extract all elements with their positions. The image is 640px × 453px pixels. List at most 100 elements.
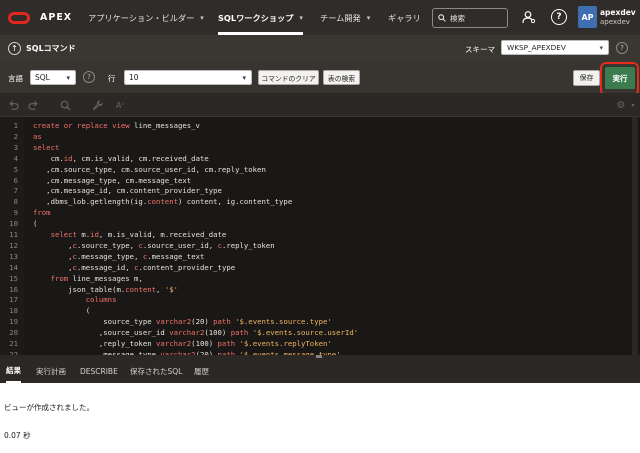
code-line: 13 ,c.message_type, c.message_text — [0, 251, 640, 262]
code-line: 12 ,c.source_type, c.source_user_id, c.r… — [0, 240, 640, 251]
rows-label: 行 — [108, 74, 116, 83]
code-line: 21 ,reply_token varchar2(100) path '$.ev… — [0, 338, 640, 349]
code-text: select — [33, 142, 60, 152]
tab-history[interactable]: 履歴 — [194, 359, 209, 383]
code-text: ,cm.source_type, cm.source_user_id, cm.r… — [33, 164, 266, 174]
language-help-icon[interactable]: ? — [83, 71, 95, 83]
tab-results[interactable]: 結果 — [6, 359, 21, 383]
nav-sql-workshop[interactable]: SQLワークショップ ▾ — [218, 0, 303, 35]
code-line: 3 select — [0, 142, 640, 153]
chevron-down-icon[interactable]: ▾ — [626, 98, 640, 112]
code-line: 6 ,cm.message_type, cm.message_text — [0, 175, 640, 186]
code-text: ( — [33, 219, 38, 229]
line-number: 3 — [13, 142, 18, 152]
code-text: from line_messages m, — [50, 273, 143, 283]
find-icon[interactable] — [58, 98, 72, 112]
line-number: 13 — [9, 251, 18, 261]
undo-icon[interactable] — [6, 98, 20, 112]
page-title-bar: ↑ SQLコマンド スキーマ WKSP_APEXDEV ▾ ? — [0, 35, 640, 62]
rows-value: 10 — [129, 73, 139, 82]
tab-saved-sql[interactable]: 保存されたSQL — [130, 359, 182, 383]
line-number: 8 — [13, 197, 18, 207]
text-case-icon[interactable]: Aᵒ — [113, 98, 127, 112]
nav-app-builder[interactable]: アプリケーション・ビルダー ▾ — [88, 0, 204, 35]
code-line: 9 from — [0, 207, 640, 218]
code-line: 7 ,cm.message_id, cm.content_provider_ty… — [0, 185, 640, 196]
line-number: 12 — [9, 240, 18, 250]
splitter-handle-icon[interactable] — [316, 355, 322, 358]
code-line: 19 source_type varchar2(20) path '$.even… — [0, 316, 640, 327]
nav-gallery-label: ギャラリ — [388, 12, 421, 23]
line-number: 10 — [9, 219, 18, 229]
top-navigation-bar: APEX アプリケーション・ビルダー ▾ SQLワークショップ ▾ チーム開発 … — [0, 0, 640, 35]
save-button[interactable]: 保存 — [573, 70, 600, 86]
code-text: select m.id, m.is_valid, m.received_date — [50, 230, 227, 239]
code-line: 18 ( — [0, 305, 640, 316]
nav-sql-workshop-label: SQLワークショップ — [218, 12, 294, 23]
code-line: 17 columns — [0, 294, 640, 305]
user-admin-icon[interactable] — [521, 9, 537, 25]
clear-command-button[interactable]: コマンドのクリア — [258, 70, 319, 85]
code-line: 14 ,c.message_id, c.content_provider_typ… — [0, 262, 640, 273]
line-number: 5 — [13, 164, 18, 174]
page-title: SQLコマンド — [26, 44, 76, 53]
schema-select[interactable]: WKSP_APEXDEV ▾ — [501, 40, 609, 55]
tab-explain-plan[interactable]: 実行計画 — [36, 359, 66, 383]
code-line: 15 from line_messages m, — [0, 273, 640, 284]
chevron-down-icon: ▾ — [66, 73, 70, 82]
up-arrow-icon[interactable]: ↑ — [8, 42, 21, 55]
language-select[interactable]: SQL ▾ — [30, 70, 76, 85]
language-label: 言語 — [8, 74, 23, 83]
line-number: 19 — [9, 317, 18, 327]
sql-code-editor[interactable]: 1 create or replace view line_messages_v 2… — [0, 117, 640, 355]
line-number: 9 — [13, 208, 18, 218]
code-text: ,c.message_type, c.message_text — [33, 251, 205, 261]
line-number: 4 — [13, 153, 18, 163]
nav-gallery[interactable]: ギャラリ — [388, 0, 421, 35]
find-tables-button[interactable]: 表の検索 — [323, 70, 360, 85]
help-icon[interactable]: ? — [551, 9, 567, 25]
line-number: 16 — [9, 284, 18, 294]
chevron-down-icon: ▾ — [599, 43, 603, 52]
line-number: 20 — [9, 328, 18, 338]
nav-team-development-label: チーム開発 — [320, 12, 361, 23]
schema-value: WKSP_APEXDEV — [507, 43, 566, 52]
editor-scrollbar[interactable] — [632, 117, 638, 355]
line-number: 1 — [13, 121, 18, 130]
code-line: 2 as — [0, 131, 640, 142]
code-text: ,reply_token varchar2(100) path '$.event… — [33, 339, 332, 348]
code-text: ,dbms_lob.getlength(ig.content) content,… — [33, 197, 293, 207]
code-line: 1 create or replace view line_messages_v — [0, 120, 640, 131]
results-tab-bar: 結果 実行計画 DESCRIBE 保存されたSQL 履歴 — [0, 359, 640, 383]
schema-help-icon[interactable]: ? — [616, 42, 628, 54]
code-text: ,cm.message_id, cm.content_provider_type — [33, 186, 222, 196]
schema-label: スキーマ — [465, 45, 495, 54]
search-icon — [438, 14, 446, 22]
result-message: ビューが作成されました。 — [4, 403, 94, 412]
code-line: 5 ,cm.source_type, cm.source_user_id, cm… — [0, 164, 640, 175]
rows-select[interactable]: 10 ▾ — [124, 70, 252, 85]
tab-describe[interactable]: DESCRIBE — [80, 359, 118, 383]
run-button[interactable]: 実行 — [605, 67, 635, 89]
user-name[interactable]: apexdev — [600, 8, 636, 17]
code-line: 16 json_table(m.content, '$' — [0, 284, 640, 295]
results-panel: ビューが作成されました。 0.07 秒 — [0, 383, 640, 453]
code-line: 11 select m.id, m.is_valid, m.received_d… — [0, 229, 640, 240]
code-line: 20 ,source_user_id varchar2(100) path '$… — [0, 327, 640, 338]
line-number: 17 — [9, 295, 18, 305]
redo-icon[interactable] — [26, 98, 40, 112]
avatar[interactable]: AP — [578, 6, 597, 28]
code-text: columns — [85, 295, 117, 305]
search-input[interactable]: 検索 — [432, 8, 508, 28]
language-value: SQL — [35, 73, 50, 82]
nav-team-development[interactable]: チーム開発 ▾ — [320, 0, 370, 35]
code-line: 10 ( — [0, 218, 640, 229]
chevron-down-icon: ▾ — [299, 13, 303, 22]
line-number: 6 — [13, 175, 18, 185]
wrench-icon[interactable] — [90, 98, 104, 112]
line-number: 11 — [9, 230, 18, 239]
apex-logo[interactable]: APEX — [8, 11, 72, 24]
line-number: 15 — [9, 273, 18, 283]
code-text: cm.id, cm.is_valid, cm.received_date — [33, 153, 209, 163]
code-text: ( — [33, 306, 91, 316]
